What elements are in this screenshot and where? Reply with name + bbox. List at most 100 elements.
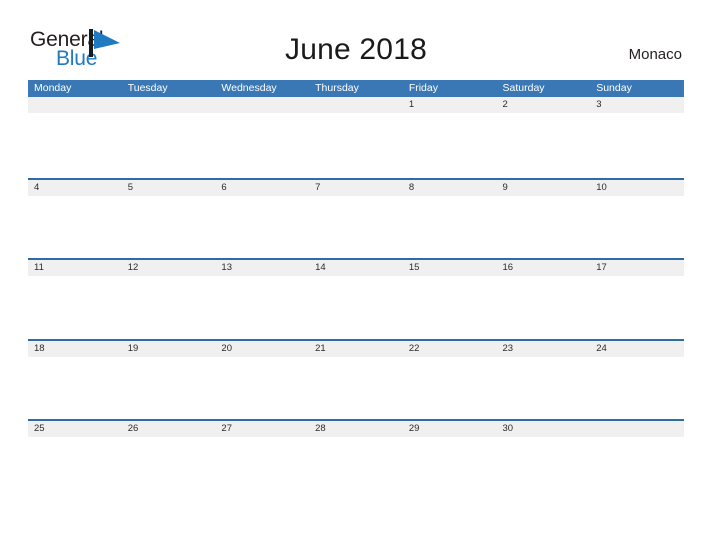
calendar-grid: Monday Tuesday Wednesday Thursday Friday… [28, 80, 684, 500]
day-cell-number[interactable]: 8 [403, 180, 497, 196]
region-label: Monaco [628, 46, 682, 63]
day-cell-number[interactable]: 12 [122, 260, 216, 276]
day-cell-number[interactable]: 28 [309, 421, 403, 437]
weekday-header-row: Monday Tuesday Wednesday Thursday Friday… [28, 80, 684, 97]
week-date-band: 25 26 27 28 29 30 [28, 421, 684, 437]
day-cell-body[interactable] [309, 276, 403, 339]
day-cell-number[interactable]: 6 [215, 180, 309, 196]
day-cell-body[interactable] [309, 113, 403, 176]
day-cell-number[interactable]: 2 [497, 97, 591, 113]
day-cell-number[interactable]: 30 [497, 421, 591, 437]
day-cell-number[interactable]: 20 [215, 341, 309, 357]
day-cell-body[interactable] [497, 276, 591, 339]
day-cell-body[interactable] [122, 437, 216, 500]
day-cell-body[interactable] [590, 276, 684, 339]
day-cell-number[interactable]: 21 [309, 341, 403, 357]
week-date-band: 4 5 6 7 8 9 10 [28, 179, 684, 196]
day-cell-number[interactable]: 17 [590, 260, 684, 276]
week-row: 4 5 6 7 8 9 10 [28, 177, 684, 259]
day-cell-body[interactable] [215, 437, 309, 500]
day-cell-body[interactable] [122, 196, 216, 259]
blue-flag-icon [89, 29, 125, 57]
day-cell-number[interactable]: 13 [215, 260, 309, 276]
day-cell-body[interactable] [122, 113, 216, 176]
day-cell-number[interactable]: 26 [122, 421, 216, 437]
day-cell-number[interactable]: 16 [497, 260, 591, 276]
day-cell-body[interactable] [497, 357, 591, 420]
day-cell-number[interactable] [215, 97, 309, 113]
day-cell-body[interactable] [403, 196, 497, 259]
day-cell-body[interactable] [28, 437, 122, 500]
day-cell-body[interactable] [590, 437, 684, 500]
day-cell-body[interactable] [28, 113, 122, 176]
page-title: June 2018 [285, 33, 427, 66]
day-cell-number[interactable]: 22 [403, 341, 497, 357]
day-cell-body[interactable] [403, 276, 497, 339]
day-cell-body[interactable] [28, 276, 122, 339]
day-cell-number[interactable] [309, 97, 403, 113]
week-body-row [28, 195, 684, 259]
day-cell-body[interactable] [122, 276, 216, 339]
weekday-thursday: Thursday [315, 82, 359, 94]
day-cell-number[interactable]: 9 [497, 180, 591, 196]
week-row: 25 26 27 28 29 30 [28, 419, 684, 500]
week-row: 11 12 13 14 15 16 17 [28, 258, 684, 339]
day-cell-body[interactable] [28, 196, 122, 259]
weekday-sunday: Sunday [596, 82, 632, 94]
day-cell-body[interactable] [215, 113, 309, 176]
page-header: General Blue June 2018 Monaco [0, 0, 712, 78]
weekday-wednesday: Wednesday [221, 82, 277, 94]
week-row: 18 19 20 21 22 23 24 [28, 338, 684, 420]
weekday-saturday: Saturday [502, 82, 545, 94]
week-row: 1 2 3 [28, 97, 684, 178]
day-cell-number[interactable]: 19 [122, 341, 216, 357]
day-cell-number[interactable]: 15 [403, 260, 497, 276]
day-cell-body[interactable] [590, 113, 684, 176]
weekday-friday: Friday [408, 82, 438, 94]
week-body-row [28, 356, 684, 420]
weekday-tuesday: Tuesday [127, 82, 168, 94]
day-cell-body[interactable] [403, 113, 497, 176]
day-cell-body[interactable] [497, 437, 591, 500]
day-cell-body[interactable] [590, 357, 684, 420]
day-cell-body[interactable] [309, 357, 403, 420]
week-date-band: 18 19 20 21 22 23 24 [28, 340, 684, 357]
day-cell-body[interactable] [215, 196, 309, 259]
week-date-band: 11 12 13 14 15 16 17 [28, 260, 684, 276]
day-cell-number[interactable]: 7 [309, 180, 403, 196]
calendar-page: General Blue June 2018 Monaco Monday Tue… [0, 0, 712, 550]
day-cell-body[interactable] [309, 196, 403, 259]
day-cell-number[interactable]: 3 [590, 97, 684, 113]
day-cell-number[interactable]: 14 [309, 260, 403, 276]
day-cell-number[interactable]: 5 [122, 180, 216, 196]
day-cell-number[interactable]: 27 [215, 421, 309, 437]
day-cell-number[interactable]: 11 [28, 260, 122, 276]
day-cell-body[interactable] [590, 196, 684, 259]
day-cell-body[interactable] [215, 276, 309, 339]
day-cell-number[interactable] [28, 97, 122, 113]
day-cell-body[interactable] [28, 357, 122, 420]
day-cell-body[interactable] [309, 437, 403, 500]
week-body-row [28, 276, 684, 339]
day-cell-number[interactable]: 1 [403, 97, 497, 113]
day-cell-number[interactable] [590, 421, 684, 437]
day-cell-number[interactable]: 10 [590, 180, 684, 196]
day-cell-body[interactable] [122, 357, 216, 420]
day-cell-number[interactable]: 24 [590, 341, 684, 357]
day-cell-body[interactable] [403, 357, 497, 420]
week-body-row [28, 113, 684, 176]
day-cell-number[interactable]: 23 [497, 341, 591, 357]
day-cell-body[interactable] [215, 357, 309, 420]
day-cell-number[interactable]: 18 [28, 341, 122, 357]
general-blue-logo[interactable]: General Blue [30, 28, 150, 72]
day-cell-body[interactable] [497, 113, 591, 176]
day-cell-number[interactable]: 29 [403, 421, 497, 437]
day-cell-number[interactable]: 4 [28, 180, 122, 196]
day-cell-number[interactable]: 25 [28, 421, 122, 437]
weekday-monday: Monday [34, 82, 72, 94]
week-body-row [28, 437, 684, 500]
day-cell-body[interactable] [497, 196, 591, 259]
day-cell-number[interactable] [122, 97, 216, 113]
week-date-band: 1 2 3 [28, 97, 684, 113]
day-cell-body[interactable] [403, 437, 497, 500]
